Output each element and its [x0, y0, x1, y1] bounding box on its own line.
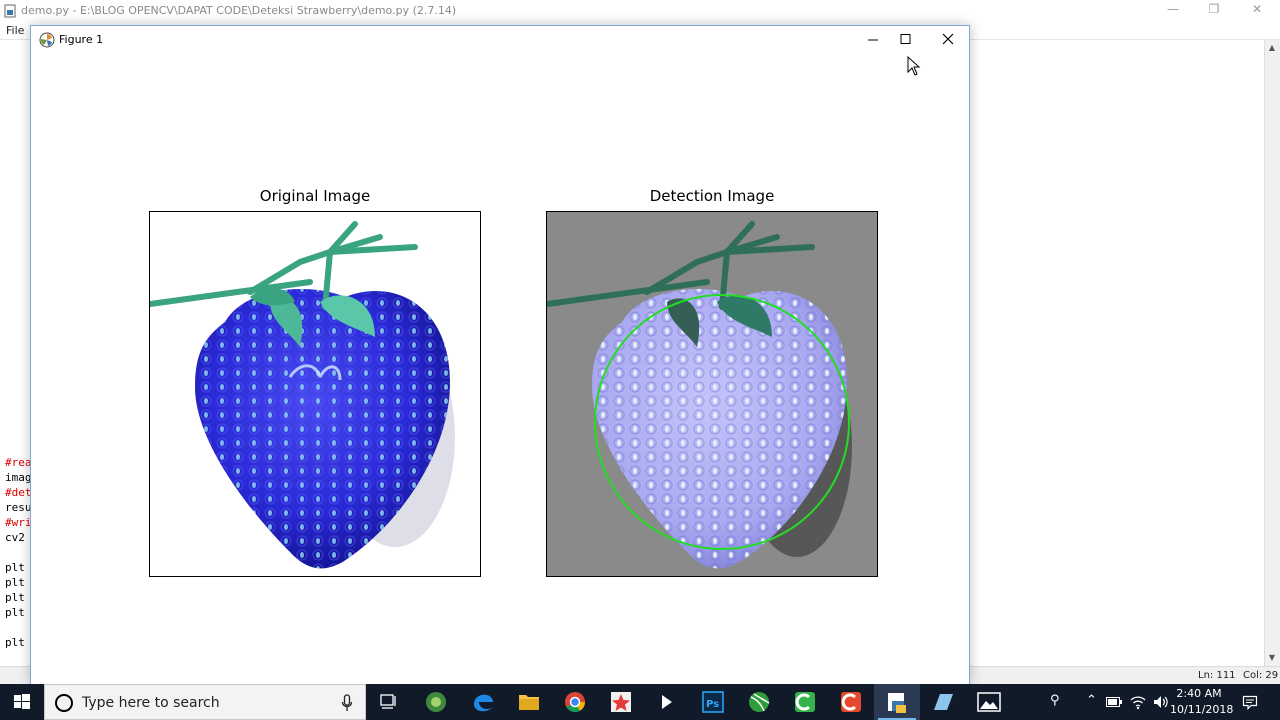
editor-close-button[interactable]: ✕: [1242, 2, 1272, 16]
taskbar-edge[interactable]: [460, 684, 506, 720]
windows-logo-icon: [14, 694, 30, 709]
figure-close-button[interactable]: [925, 26, 969, 54]
taskbar-python-idle[interactable]: [874, 684, 920, 720]
editor-restore-button[interactable]: ❐: [1199, 2, 1229, 16]
photoshop-icon: Ps: [702, 691, 724, 713]
subplot-title-detection: Detection Image: [649, 187, 775, 205]
mouse-cursor-icon: [907, 56, 921, 76]
subplot-title-original: Original Image: [259, 187, 371, 205]
taskbar-blue-app[interactable]: [920, 684, 966, 720]
code-line: #wri: [5, 516, 32, 529]
show-hidden-icons-chevron-icon[interactable]: ⌃: [1086, 693, 1097, 708]
original-strawberry-image: [150, 221, 455, 569]
taskbar-android-studio[interactable]: [413, 684, 459, 720]
photos-icon: [977, 692, 1001, 712]
code-line: imag: [5, 471, 32, 484]
status-column-number: Col: 29: [1243, 670, 1279, 681]
taskbar-photoshop[interactable]: Ps: [690, 684, 736, 720]
close-icon: [942, 33, 954, 45]
search-icon: [55, 694, 73, 712]
taskbar-red-app[interactable]: [828, 684, 874, 720]
folder-icon: [519, 695, 539, 710]
battery-icon[interactable]: [1106, 696, 1122, 708]
taskbar-star-app[interactable]: [598, 684, 644, 720]
code-line: plt: [5, 606, 25, 619]
figure-window: Figure 1 Original Image Detection Image: [30, 25, 970, 685]
taskbar-green-ball-app[interactable]: [736, 684, 782, 720]
figure-maximize-button[interactable]: [883, 26, 927, 54]
start-button[interactable]: [0, 684, 44, 720]
action-center-notification-icon[interactable]: [1242, 694, 1258, 710]
wifi-icon[interactable]: [1130, 694, 1146, 710]
python-file-icon: [4, 4, 16, 18]
figure-window-title: Figure 1: [59, 33, 104, 46]
search-placeholder: Type here to search: [82, 695, 220, 711]
status-line-number: Ln: 111: [1198, 670, 1236, 681]
svg-text:Ps: Ps: [706, 699, 719, 710]
chrome-icon: [565, 692, 586, 712]
taskbar-search-box[interactable]: Type here to search: [44, 684, 366, 720]
code-line: cv2: [5, 531, 25, 544]
clock-date[interactable]: 10/11/2018: [1170, 703, 1233, 716]
android-studio-icon: [426, 692, 446, 712]
blue-app-icon: [934, 694, 953, 710]
taskbar-chrome[interactable]: [552, 684, 598, 720]
code-line: plt: [5, 576, 25, 589]
menu-file[interactable]: File: [6, 24, 24, 37]
taskbar-photos[interactable]: [966, 684, 1012, 720]
scroll-up-arrow-icon[interactable]: ▲: [1264, 40, 1280, 56]
editor-window-title: demo.py - E:\BLOG OPENCV\DAPAT CODE\Dete…: [21, 4, 457, 17]
code-line: plt: [5, 591, 25, 604]
minimize-icon: [868, 39, 878, 41]
code-line: #det: [5, 486, 32, 499]
python-idle-icon: [888, 693, 906, 713]
original-image-axes: [149, 211, 481, 577]
detection-image-axes: [546, 211, 878, 577]
figure-minimize-button[interactable]: [841, 26, 885, 54]
visual-studio-icon: [662, 695, 672, 709]
microphone-icon[interactable]: [341, 694, 353, 712]
task-view-icon: [380, 694, 396, 709]
figure-titlebar[interactable]: Figure 1: [31, 26, 969, 54]
scroll-down-arrow-icon[interactable]: ▼: [1264, 650, 1280, 666]
clock-time[interactable]: 2:40 AM: [1170, 687, 1228, 700]
taskbar: Type here to search Ps ⚲ ⌃ 2:40 AM 10/11…: [0, 684, 1280, 720]
matplotlib-icon: [39, 32, 55, 48]
taskbar-camtasia[interactable]: [782, 684, 828, 720]
editor-minimize-button[interactable]: —: [1158, 2, 1188, 16]
editor-scrollbar[interactable]: [1264, 40, 1280, 666]
red-app-icon: [841, 692, 861, 712]
taskbar-visual-studio[interactable]: [644, 684, 690, 720]
code-line: #rea: [5, 456, 32, 469]
taskbar-task-view[interactable]: [366, 684, 412, 720]
star-app-icon: [611, 692, 631, 712]
people-icon[interactable]: ⚲: [1050, 693, 1060, 708]
code-line: plt: [5, 561, 25, 574]
edge-icon: [474, 694, 493, 712]
maximize-icon: [900, 34, 911, 44]
camtasia-icon: [795, 692, 815, 712]
volume-icon[interactable]: [1152, 694, 1168, 710]
green-ball-icon: [749, 692, 770, 712]
code-line: plt: [5, 636, 25, 649]
system-tray: ⚲ ⌃: [1042, 684, 1280, 720]
code-line: resu: [5, 501, 32, 514]
taskbar-file-explorer[interactable]: [506, 684, 552, 720]
detection-strawberry-image: [547, 212, 877, 576]
editor-titlebar: demo.py - E:\BLOG OPENCV\DAPAT CODE\Dete…: [0, 0, 1280, 22]
